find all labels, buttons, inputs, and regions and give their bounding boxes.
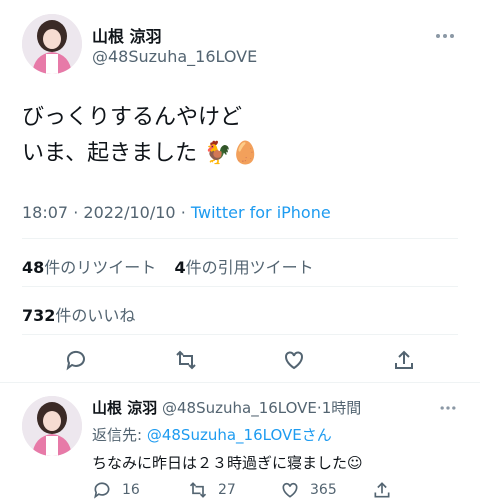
like-count: 365 bbox=[310, 482, 337, 498]
share-icon[interactable] bbox=[372, 480, 392, 500]
replying-to-label: 返信先: bbox=[92, 426, 143, 444]
quotes-label: 件の引用ツイート bbox=[185, 258, 314, 277]
reply-time[interactable]: 1時間 bbox=[322, 399, 362, 417]
tweet-date[interactable]: 2022/10/10 bbox=[83, 203, 175, 222]
tweet-text-line2: いま、起きました bbox=[22, 141, 198, 166]
quotes-stat[interactable]: 4件の引用ツイート bbox=[174, 258, 313, 277]
quotes-count: 4 bbox=[174, 258, 186, 277]
reply-action-retweet[interactable]: 27 bbox=[188, 480, 236, 500]
retweets-count: 48 bbox=[22, 258, 45, 277]
divider bbox=[22, 238, 458, 239]
retweet-icon[interactable] bbox=[188, 480, 208, 500]
reply-icon[interactable] bbox=[92, 480, 112, 500]
retweet-quote-stats: 48件のリツイート 4件の引用ツイート bbox=[22, 254, 314, 278]
more-dots-icon[interactable] bbox=[433, 24, 457, 48]
reply-author-name[interactable]: 山根 涼羽 bbox=[92, 399, 157, 417]
tweet-text: びっくりするんやけど いま、起きました 🐓🥚 bbox=[22, 100, 259, 172]
reply-author-handle[interactable]: @48Suzuha_16LOVE bbox=[162, 399, 317, 417]
divider bbox=[22, 334, 458, 335]
reply-header: 山根 涼羽 @48Suzuha_16LOVE·1時間 bbox=[92, 397, 361, 418]
likes-count: 732 bbox=[22, 306, 56, 325]
meta-separator: · bbox=[73, 203, 79, 222]
reply-avatar[interactable] bbox=[22, 396, 82, 456]
retweet-icon[interactable] bbox=[174, 348, 198, 372]
share-icon[interactable] bbox=[392, 348, 416, 372]
reply-text: ちなみに昨日は２３時過ぎに寝ました☺︎ bbox=[92, 454, 363, 472]
tweet-text-line1: びっくりするんやけど bbox=[22, 105, 243, 130]
divider bbox=[0, 382, 480, 383]
reply-action-like[interactable]: 365 bbox=[280, 480, 337, 500]
tweet-source-link[interactable]: Twitter for iPhone bbox=[191, 203, 331, 222]
likes-stat[interactable]: 732件のいいね bbox=[22, 302, 135, 326]
replying-to-handle[interactable]: @48Suzuha_16LOVEさん bbox=[147, 426, 332, 444]
reply-count: 16 bbox=[122, 482, 140, 498]
like-icon[interactable] bbox=[280, 480, 300, 500]
retweet-count: 27 bbox=[218, 482, 236, 498]
reply-action-reply[interactable]: 16 bbox=[92, 480, 140, 500]
tweet-time[interactable]: 18:07 bbox=[22, 203, 68, 222]
like-icon[interactable] bbox=[282, 348, 306, 372]
avatar[interactable] bbox=[22, 14, 82, 74]
likes-label: 件のいいね bbox=[55, 306, 136, 325]
author-name[interactable]: 山根 涼羽 bbox=[92, 23, 162, 47]
emoji-chicken-egg: 🐓🥚 bbox=[204, 141, 259, 166]
meta-separator-2: · bbox=[180, 203, 186, 222]
reply-icon[interactable] bbox=[64, 348, 88, 372]
replying-to: 返信先: @48Suzuha_16LOVEさん bbox=[92, 424, 332, 445]
author-handle[interactable]: @48Suzuha_16LOVE bbox=[92, 47, 257, 66]
retweets-stat[interactable]: 48件のリツイート bbox=[22, 258, 156, 277]
divider bbox=[22, 286, 458, 287]
tweet-text-line2-row: いま、起きました 🐓🥚 bbox=[22, 136, 259, 172]
retweets-label: 件のリツイート bbox=[44, 258, 157, 277]
reply-more-dots-icon[interactable] bbox=[438, 398, 458, 418]
tweet-meta: 18:07 · 2022/10/10 · Twitter for iPhone bbox=[22, 203, 331, 222]
